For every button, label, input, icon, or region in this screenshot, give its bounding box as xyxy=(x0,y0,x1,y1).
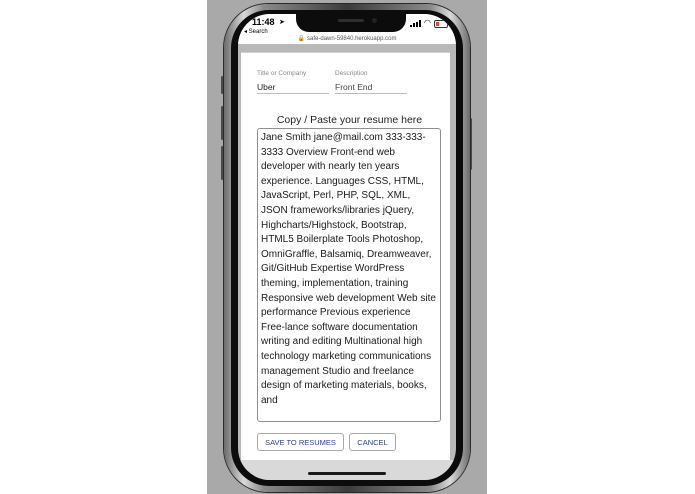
signal-icon xyxy=(410,20,422,27)
address-bar[interactable]: 🔒 safe-dawn-59840.herokuapp.com xyxy=(238,32,456,46)
resume-form-page: Title or Company Uber Description Front … xyxy=(241,52,450,460)
lock-icon: 🔒 xyxy=(297,36,306,42)
home-indicator[interactable] xyxy=(308,472,386,475)
title-field-label: Title or Company xyxy=(257,70,307,77)
cancel-button[interactable]: CANCEL xyxy=(349,433,396,451)
title-company-input[interactable]: Uber xyxy=(257,81,329,94)
front-camera xyxy=(372,18,377,23)
resume-heading: Copy / Paste your resume here xyxy=(276,114,423,126)
description-field-label: Description xyxy=(335,70,368,77)
resume-textarea[interactable]: Jane Smith jane@mail.com 333-333-3333 Ov… xyxy=(257,128,441,422)
description-input[interactable]: Front End xyxy=(335,81,407,94)
notch xyxy=(296,14,406,32)
wifi-icon: ◠ xyxy=(424,18,431,27)
status-time: 11:48 xyxy=(252,17,275,27)
save-to-resumes-button[interactable]: SAVE TO RESUMES xyxy=(257,433,344,451)
phone-screen: 11:48 ➤ ◂ Search ◠ 🔒 safe-dawn-59840.hero… xyxy=(238,14,456,480)
page-divider xyxy=(241,52,450,53)
location-arrow-icon: ➤ xyxy=(279,19,285,26)
battery-icon xyxy=(434,20,449,28)
address-url: safe-dawn-59840.herokuapp.com xyxy=(307,36,397,42)
bottom-toolbar xyxy=(238,460,456,480)
speaker-grille xyxy=(338,19,364,22)
